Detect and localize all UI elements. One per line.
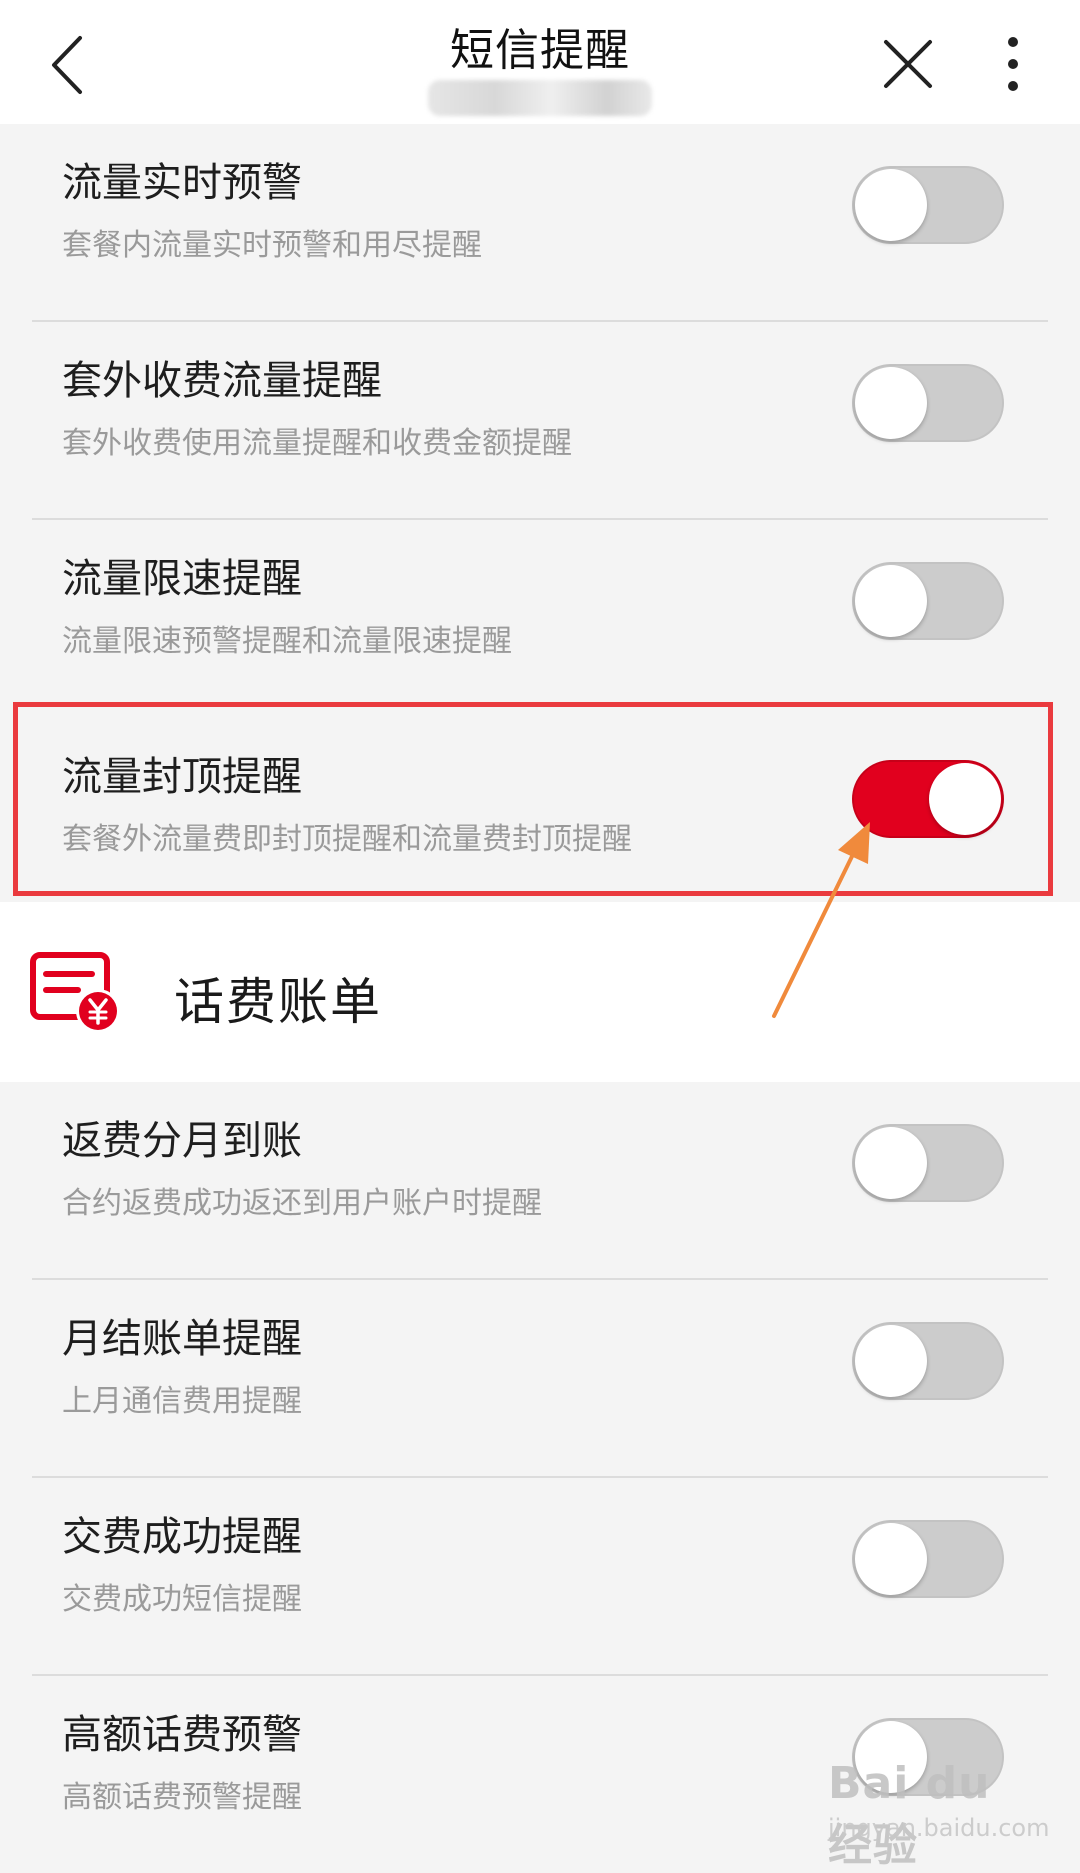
setting-row-flow-overage: 套外收费流量提醒 套外收费使用流量提醒和收费金额提醒 — [0, 322, 1080, 520]
toggle-knob — [855, 1127, 927, 1199]
setting-title: 月结账单提醒 — [62, 1316, 302, 1362]
setting-description: 套外收费使用流量提醒和收费金额提醒 — [62, 426, 572, 461]
toggle-knob — [855, 1523, 927, 1595]
redacted-subtitle — [428, 80, 652, 116]
toggle-knob — [855, 1721, 927, 1793]
section-header-bill: 话费账单 — [0, 902, 1080, 1082]
setting-title: 套外收费流量提醒 — [62, 358, 382, 404]
setting-row-bill-payment: 交费成功提醒 交费成功短信提醒 — [0, 1478, 1080, 1676]
toggle-switch[interactable] — [852, 166, 1004, 244]
setting-title: 流量限速提醒 — [62, 556, 302, 602]
setting-row-bill-monthly: 月结账单提醒 上月通信费用提醒 — [0, 1280, 1080, 1478]
setting-row-bill-rebate: 返费分月到账 合约返费成功返还到用户账户时提醒 — [0, 1082, 1080, 1280]
setting-description: 流量限速预警提醒和流量限速提醒 — [62, 624, 512, 659]
close-icon — [884, 40, 932, 88]
more-vertical-icon — [1008, 37, 1018, 91]
setting-title: 返费分月到账 — [62, 1118, 302, 1164]
toggle-switch[interactable] — [852, 562, 1004, 640]
toggle-switch[interactable] — [852, 1124, 1004, 1202]
setting-row-flow-throttle: 流量限速提醒 流量限速预警提醒和流量限速提醒 — [0, 520, 1080, 718]
setting-title: 高额话费预警 — [62, 1712, 302, 1758]
setting-title: 流量实时预警 — [62, 160, 302, 206]
toggle-switch[interactable] — [852, 1520, 1004, 1598]
top-bar: 短信提醒 — [0, 0, 1080, 124]
toggle-switch[interactable] — [852, 1322, 1004, 1400]
setting-description: 高额话费预警提醒 — [62, 1780, 302, 1815]
setting-row-bill-high-usage: 高额话费预警 高额话费预警提醒 — [0, 1676, 1080, 1854]
more-button[interactable] — [992, 32, 1034, 96]
close-button[interactable] — [878, 34, 938, 94]
setting-description: 交费成功短信提醒 — [62, 1582, 302, 1617]
setting-description: 合约返费成功返还到用户账户时提醒 — [62, 1186, 542, 1221]
setting-title: 交费成功提醒 — [62, 1514, 302, 1560]
setting-description: 上月通信费用提醒 — [62, 1384, 302, 1419]
bill-yuan-icon — [30, 950, 122, 1034]
toggle-knob — [855, 565, 927, 637]
toggle-switch[interactable] — [852, 364, 1004, 442]
setting-row-flow-realtime: 流量实时预警 套餐内流量实时预警和用尽提醒 — [0, 124, 1080, 322]
toggle-switch[interactable] — [852, 1718, 1004, 1796]
highlight-annotation — [13, 702, 1053, 896]
toggle-knob — [855, 1325, 927, 1397]
toggle-knob — [855, 169, 927, 241]
setting-description: 套餐内流量实时预警和用尽提醒 — [62, 228, 482, 263]
toggle-knob — [855, 367, 927, 439]
section-title: 话费账单 — [174, 973, 382, 1031]
